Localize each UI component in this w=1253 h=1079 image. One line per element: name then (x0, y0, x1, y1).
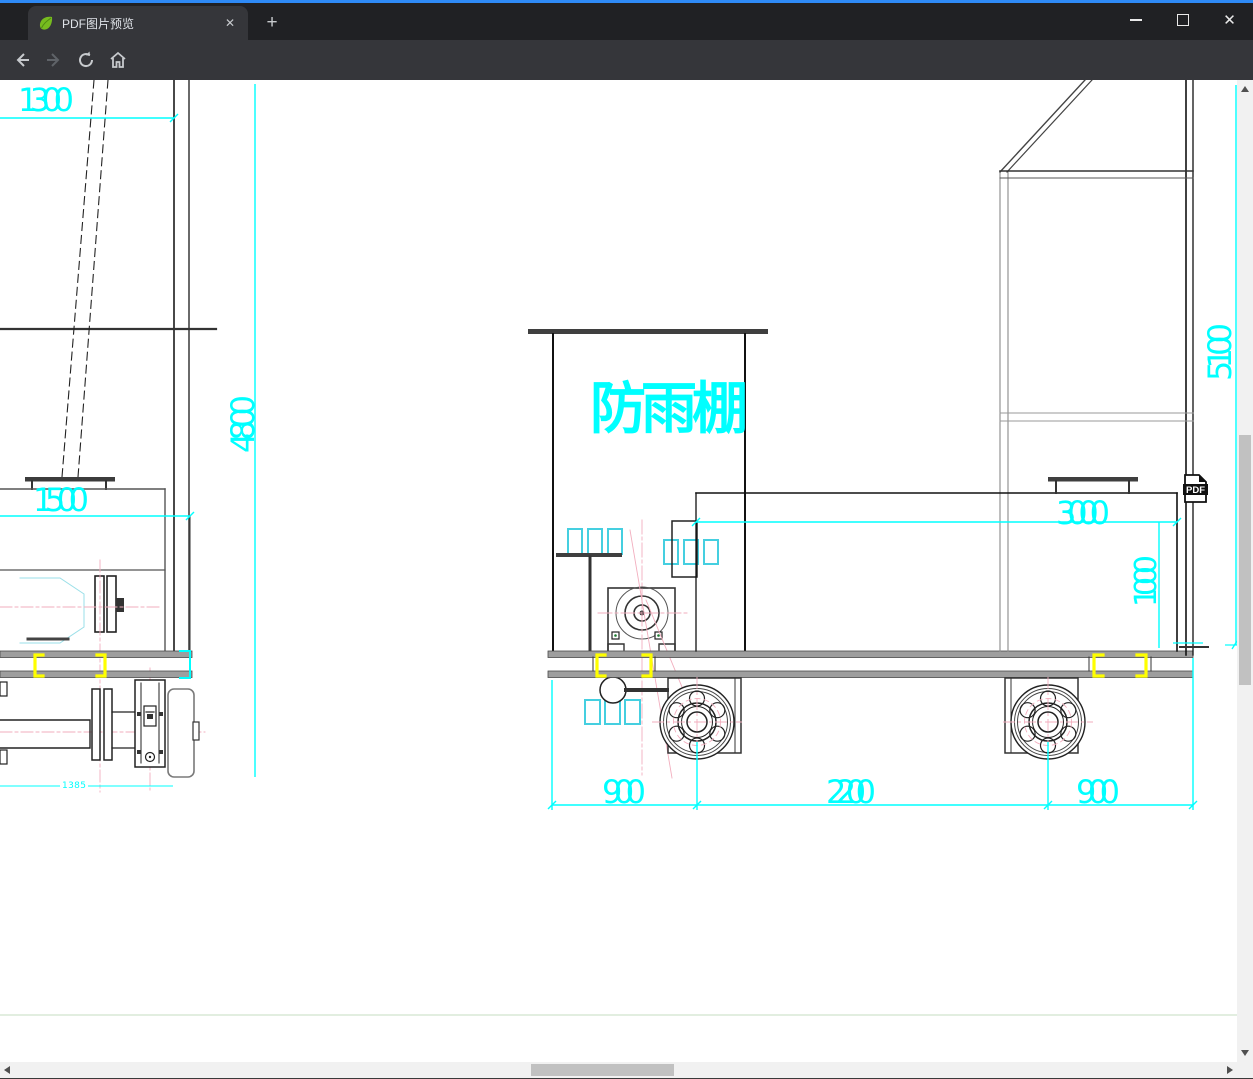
cad-left-dimensions: 1300 4800 1500 1385 (0, 81, 262, 791)
scroll-right-arrow[interactable] (1220, 1062, 1237, 1078)
cad-left-view (0, 80, 218, 793)
svg-text:4800: 4800 (224, 395, 262, 453)
svg-text:5100: 5100 (1201, 323, 1237, 381)
reload-button[interactable] (72, 46, 100, 74)
home-button[interactable] (104, 46, 132, 74)
window-controls: ✕ (1112, 0, 1253, 40)
tab-strip: PDF图片预览 ✕ + ✕ (0, 3, 1253, 40)
cad-bottom-dimensions: 900 2200 900 (547, 658, 1198, 811)
svg-text:900: 900 (602, 773, 646, 811)
horizontal-scrollbar[interactable] (0, 1062, 1237, 1078)
pdf-download-button[interactable]: PDF (1183, 474, 1208, 503)
browser-window: PDF图片预览 ✕ + ✕ localhost:8012/onlinePrevi… (0, 0, 1253, 1079)
svg-text:900: 900 (1076, 773, 1120, 811)
svg-text:1300: 1300 (18, 81, 74, 119)
shelter-label: 防雨棚 (590, 377, 748, 442)
minimize-button[interactable] (1112, 0, 1159, 40)
toolbar: localhost:8012/onlinePreview?url=http%3A… (0, 40, 1253, 115)
tab-title: PDF图片预览 (62, 16, 135, 31)
scrollbar-corner (1237, 1062, 1253, 1078)
svg-text:1000: 1000 (1129, 555, 1164, 607)
scroll-down-arrow[interactable] (1237, 1045, 1253, 1062)
scroll-left-arrow[interactable] (0, 1062, 17, 1078)
new-tab-button[interactable]: + (260, 11, 284, 35)
cad-right-dimensions: 3000 1000 5100 (691, 85, 1237, 650)
vertical-scroll-thumb[interactable] (1239, 435, 1251, 685)
svg-text:1500: 1500 (33, 481, 89, 519)
forward-button[interactable] (40, 46, 68, 74)
svg-text:1385: 1385 (62, 781, 86, 791)
spring-favicon (38, 15, 54, 31)
scroll-up-arrow[interactable] (1237, 80, 1253, 97)
maximize-button[interactable] (1159, 0, 1206, 40)
svg-text:PDF: PDF (1186, 485, 1205, 496)
svg-text:3000: 3000 (1056, 494, 1110, 532)
page-content: 1300 4800 1500 1385 防雨棚 3000 1000 5100 9… (0, 80, 1237, 1062)
close-button[interactable]: ✕ (1206, 0, 1253, 40)
vertical-scrollbar[interactable] (1237, 80, 1253, 1062)
cad-drawing: 1300 4800 1500 1385 防雨棚 3000 1000 5100 9… (0, 80, 1237, 1016)
horizontal-scroll-thumb[interactable] (531, 1064, 674, 1076)
browser-tab[interactable]: PDF图片预览 ✕ (28, 6, 248, 40)
svg-text:2200: 2200 (826, 773, 876, 811)
tab-close-icon[interactable]: ✕ (222, 15, 238, 31)
back-button[interactable] (8, 46, 36, 74)
